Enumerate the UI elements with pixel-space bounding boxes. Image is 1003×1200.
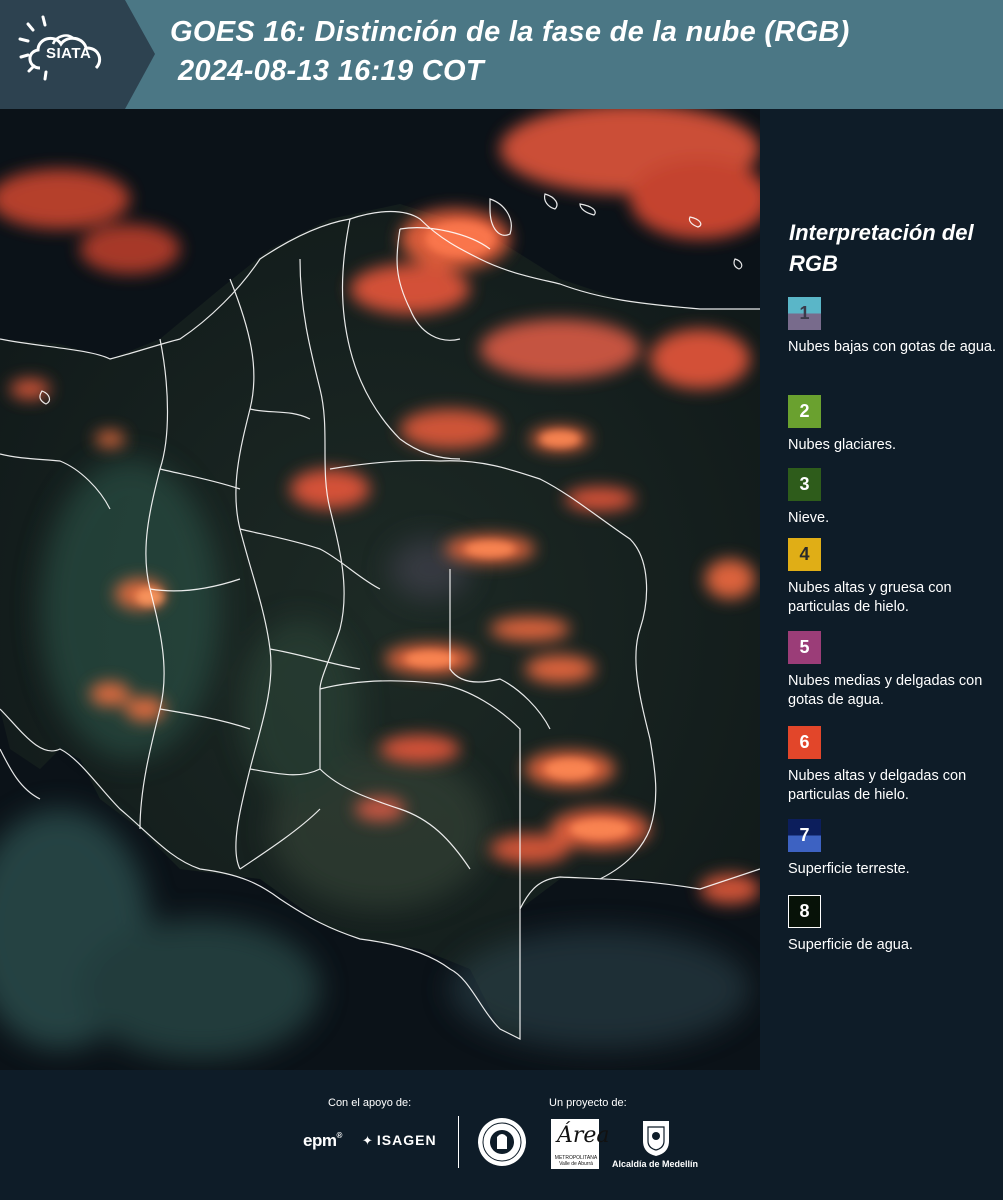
legend-swatch-2: 2 [788, 395, 821, 428]
legend-item-4: 4 Nubes altas y gruesa con particulas de… [788, 538, 1000, 617]
legend-number-2: 2 [799, 401, 810, 421]
siata-logo-text: SIATA [46, 45, 92, 62]
legend-swatch-3: 3 [788, 468, 821, 501]
legend-label-8: Superficie de agua. [788, 937, 913, 953]
alcaldia-shield-icon [640, 1119, 672, 1162]
footer: Con el apoyo de: Un proyecto de: epm® ✦ I… [0, 1070, 1003, 1200]
legend-label-1: Nubes bajas con gotas de agua. [788, 339, 996, 355]
legend-swatch-6: 6 [788, 726, 821, 759]
page-timestamp: 2024-08-13 16:19 COT [178, 55, 484, 87]
satellite-map [0, 109, 760, 1070]
legend-label-7: Superficie terreste. [788, 861, 910, 877]
legend-number-1: 1 [799, 303, 810, 323]
legend-swatch-4: 4 [788, 538, 821, 571]
epm-logo: epm® [303, 1131, 342, 1150]
legend-number-5: 5 [799, 637, 810, 657]
legend-item-5: 5 Nubes medias y delgadas con gotas de a… [788, 631, 1000, 710]
legend-item-8: 8 Superficie de agua. [788, 895, 1000, 955]
legend-item-6: 6 Nubes altas y delgadas con particulas … [788, 726, 1000, 805]
legend-label-3: Nieve. [788, 510, 830, 526]
legend-item-3: 3 Nieve. [788, 468, 1000, 528]
medellin-seal-logo [477, 1117, 527, 1172]
legend-panel: Interpretación del RGB 1 Nubes bajas con… [760, 109, 1003, 1070]
legend-swatch-8: 8 [788, 895, 821, 928]
legend-swatch-1: 1 [788, 297, 821, 330]
satellite-map-image [0, 109, 760, 1070]
legend-label-6: Nubes altas y delgadas con particulas de… [788, 768, 967, 803]
header-banner: SIATA GOES 16: Distinción de la fase de … [0, 0, 1003, 109]
page-title: GOES 16: Distinción de la fase de la nub… [170, 16, 850, 48]
legend-title: Interpretación del RGB [789, 220, 974, 276]
legend-number-7: 7 [799, 825, 810, 845]
area-logo-subtext: METROPOLITANA Valle de Aburrá [554, 1155, 598, 1167]
alcaldia-label: Alcaldía de Medellín [612, 1159, 699, 1169]
siata-logo: SIATA [0, 0, 155, 109]
area-logo-text: Área [557, 1123, 610, 1148]
legend-swatch-5: 5 [788, 631, 821, 664]
footer-divider [458, 1116, 459, 1168]
legend-item-1: 1 Nubes bajas con gotas de agua. [788, 297, 1000, 357]
isagen-logo-text: ISAGEN [376, 1132, 437, 1148]
epm-logo-text: epm [303, 1131, 337, 1150]
legend-item-7: 7 Superficie terreste. [788, 819, 1000, 879]
legend-label-5: Nubes medias y delgadas con gotas de agu… [788, 673, 983, 708]
legend-swatch-7: 7 [788, 819, 821, 852]
legend-number-3: 3 [799, 474, 810, 494]
legend-item-2: 2 Nubes glaciares. [788, 395, 1000, 455]
legend-label-2: Nubes glaciares. [788, 437, 896, 453]
support-label: Con el apoyo de: [328, 1097, 412, 1109]
isagen-star-icon: ✦ [362, 1133, 374, 1148]
legend-number-6: 6 [799, 732, 810, 752]
area-metropolitana-logo: Área METROPOLITANA Valle de Aburrá [551, 1119, 610, 1169]
isagen-logo: ✦ ISAGEN [362, 1132, 437, 1149]
legend-label-4: Nubes altas y gruesa con particulas de h… [788, 580, 952, 615]
legend-number-8: 8 [799, 901, 810, 921]
legend-number-4: 4 [799, 544, 810, 564]
project-label: Un proyecto de: [549, 1097, 627, 1109]
